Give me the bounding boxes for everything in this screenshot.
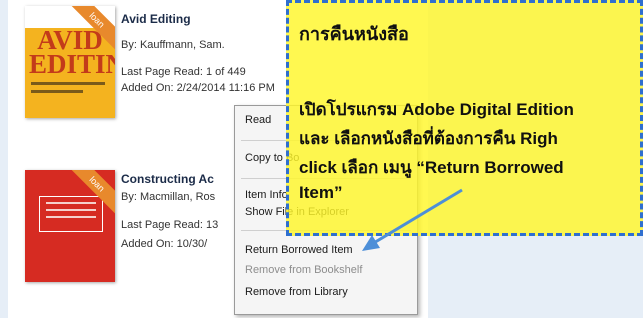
cover-title: AVID EDITING (29, 25, 115, 79)
book-added-on: Added On: 10/30/ (121, 238, 208, 250)
book-last-page: Last Page Read: 13 (121, 219, 219, 231)
callout-line: เปิดโปรแกรม Adobe Digital Edition (299, 100, 574, 119)
book-title[interactable]: Constructing Ac (121, 172, 214, 186)
instruction-callout: การคืนหนังสือ เปิดโปรแกรม Adobe Digital … (286, 0, 643, 236)
cover-decoration (39, 196, 103, 232)
callout-line: click เลือก เมนู “Return Borrowed (299, 158, 564, 177)
callout-title: การคืนหนังสือ (299, 24, 409, 44)
book-author: By: Kauffmann, Sam. (121, 39, 225, 51)
callout-line: และ เลือกหนังสือที่ต้องการคืน Righ (299, 129, 558, 148)
menu-item-item-info[interactable]: Item Info (245, 189, 288, 201)
book-added-on: Added On: 2/24/2014 11:16 PM (121, 82, 275, 94)
book-cover[interactable]: AVID EDITING loan (25, 6, 115, 118)
cover-decoration (31, 82, 105, 85)
menu-item-remove-library[interactable]: Remove from Library (245, 286, 348, 298)
book-author: By: Macmillan, Ros (121, 191, 216, 203)
menu-item-remove-bookshelf: Remove from Bookshelf (245, 264, 363, 276)
callout-line: Item” (299, 183, 343, 202)
cover-decoration (31, 90, 83, 93)
book-title[interactable]: Avid Editing (121, 12, 191, 26)
menu-item-return-borrowed[interactable]: Return Borrowed Item (245, 244, 353, 256)
book-cover[interactable]: loan (25, 170, 115, 282)
menu-item-read[interactable]: Read (245, 114, 271, 126)
book-last-page: Last Page Read: 1 of 449 (121, 66, 246, 78)
